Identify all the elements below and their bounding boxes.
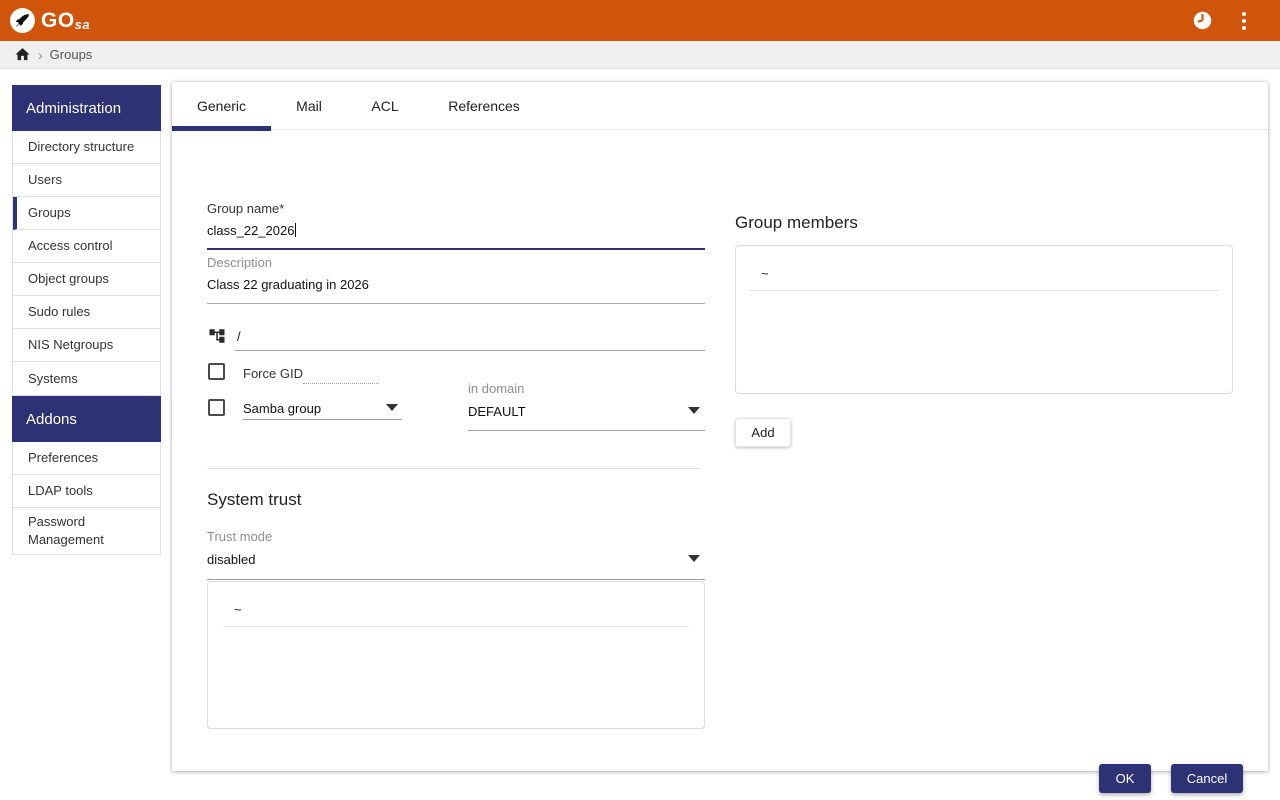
sidebar-item-object-groups[interactable]: Object groups [13,263,160,296]
sidebar-item-sudo-rules[interactable]: Sudo rules [13,296,160,329]
sidebar-item-access-control[interactable]: Access control [13,230,160,263]
samba-group-checkbox[interactable] [208,399,225,416]
tab-content-generic: Group name* class_22_2026 Description Cl… [172,130,1268,793]
breadcrumb-item-groups[interactable]: Groups [50,47,93,62]
trust-mode-label: Trust mode [207,529,273,544]
top-app-bar: GOsa [0,0,1280,41]
dropdown-arrow-icon [386,404,398,411]
chevron-separator-icon: › [38,46,43,63]
group-members-list: ~ [735,245,1233,394]
in-domain-label: in domain [468,381,525,396]
sidebar-item-ldap-tools[interactable]: LDAP tools [13,475,160,508]
force-gid-input-disabled [303,383,379,384]
description-field: Description Class 22 graduating in 2026 [207,255,705,304]
list-divider [749,290,1219,291]
list-divider [223,626,689,627]
logo-text: GOsa [41,8,91,32]
description-label: Description [207,255,273,270]
sidebar-section-addons: Addons [12,396,161,442]
base-field: / [207,326,705,352]
sidebar-item-preferences[interactable]: Preferences [13,442,160,475]
in-domain-field: in domain DEFAULT [468,381,705,431]
samba-group-select[interactable]: Samba group [243,397,402,420]
dropdown-arrow-icon [688,407,700,414]
sidebar-admin-list: Directory structure Users Groups Access … [12,131,161,396]
group-members-heading: Group members [735,213,858,232]
cancel-button[interactable]: Cancel [1171,764,1243,793]
dropdown-arrow-icon [688,555,700,562]
base-input[interactable]: / [235,321,705,351]
sidebar: Administration Directory structure Users… [12,85,161,555]
home-icon[interactable] [14,46,31,63]
in-domain-select[interactable]: DEFAULT [468,396,705,431]
sidebar-item-directory-structure[interactable]: Directory structure [13,131,160,164]
description-input[interactable]: Class 22 graduating in 2026 [207,270,705,304]
rocket-icon [10,8,35,33]
sidebar-item-groups[interactable]: Groups [13,197,160,230]
group-name-field: Group name* class_22_2026 [207,201,705,250]
text-caret [295,223,297,237]
tab-generic[interactable]: Generic [172,82,271,129]
sidebar-item-systems[interactable]: Systems [13,362,160,395]
sidebar-item-password-management[interactable]: Password Management [13,508,160,554]
ok-button[interactable]: OK [1099,764,1151,793]
tab-mail[interactable]: Mail [271,82,347,129]
trusted-systems-list: ~ [207,581,705,729]
samba-row: Samba group in domain DEFAULT [207,381,705,457]
system-trust-heading: System trust [207,490,302,509]
group-name-input[interactable]: class_22_2026 [207,216,705,250]
group-name-label: Group name* [207,201,285,216]
group-editor-card: Generic Mail ACL References Group name* … [172,82,1268,793]
add-member-button[interactable]: Add [735,418,791,447]
list-item[interactable]: ~ [208,582,704,626]
sidebar-item-users[interactable]: Users [13,164,160,197]
sidebar-item-nis-netgroups[interactable]: NIS Netgroups [13,329,160,362]
tab-bar: Generic Mail ACL References [172,82,1268,131]
trust-mode-field: Trust mode disabled [207,529,705,580]
sidebar-addons-list: Preferences LDAP tools Password Manageme… [12,442,161,555]
force-gid-checkbox[interactable] [208,363,225,380]
clock-icon[interactable] [1193,11,1212,30]
list-item[interactable]: ~ [736,246,1232,290]
tab-references[interactable]: References [423,82,545,129]
tree-icon[interactable] [208,327,226,345]
trust-mode-select[interactable]: disabled [207,544,705,580]
section-divider [207,468,700,469]
breadcrumb: › Groups [0,41,1280,69]
force-gid-label: Force GID [243,366,303,381]
sidebar-section-administration: Administration [12,85,161,131]
kebab-menu-icon[interactable] [1238,10,1250,32]
tab-acl[interactable]: ACL [347,82,423,129]
gosa-logo[interactable]: GOsa [10,8,90,33]
